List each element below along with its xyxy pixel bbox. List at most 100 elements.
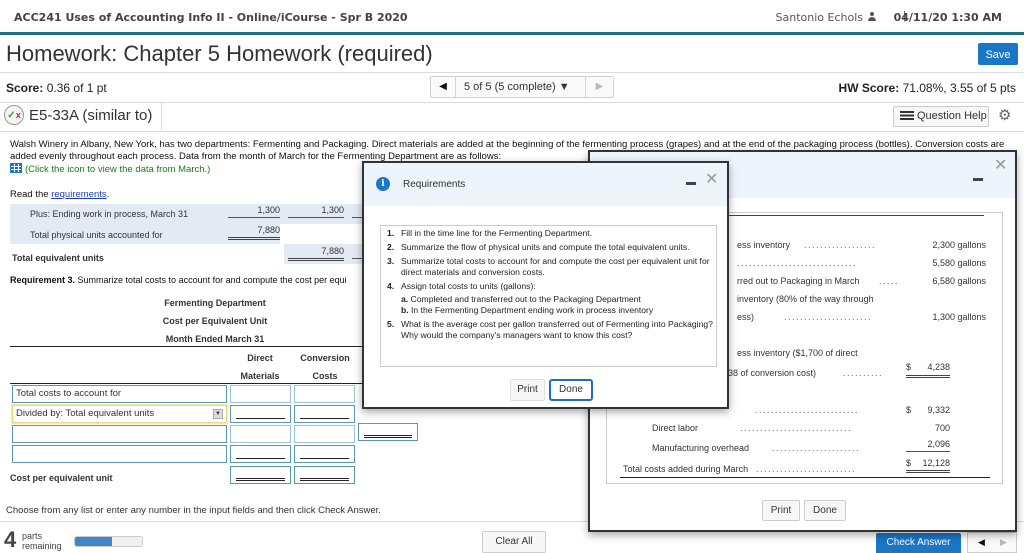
row-label: Plus: Ending work in process, March 31 — [30, 209, 189, 219]
underline — [236, 458, 285, 459]
previous-question-button[interactable]: ◀ — [431, 77, 456, 97]
previous-button[interactable]: ◀ — [978, 537, 985, 548]
hw-score: HW Score: 71.08%, 3.55 of 5 pts — [839, 81, 1016, 95]
requirements-done-button[interactable]: Done — [549, 379, 593, 401]
row-label-input[interactable] — [12, 445, 227, 463]
row-label-input[interactable]: Total costs to account for — [12, 385, 227, 403]
requirement-item: 3. Summarize total costs to account for a… — [387, 256, 713, 278]
leader-dots: ...................... — [772, 443, 861, 453]
page-title: Homework: Chapter 5 Homework (required) — [6, 41, 433, 66]
list-icon — [900, 111, 914, 120]
user-name[interactable]: Santonio Echols — [776, 11, 876, 24]
requirement-text: Summarize the flow of physical units and… — [401, 242, 690, 252]
divider — [0, 72, 1024, 73]
next-question-button[interactable]: ▶ — [586, 77, 613, 97]
cc-input[interactable] — [294, 445, 355, 463]
cc-input[interactable] — [294, 405, 355, 423]
cc-input[interactable] — [294, 385, 355, 403]
requirement-item: 4. Assign total costs to units (gallons):… — [387, 281, 713, 316]
data-row-label: ess) — [737, 312, 755, 322]
question-select[interactable]: 5 of 5 (5 complete) ▼ — [456, 77, 586, 97]
col-header-cc-2: Costs — [312, 371, 338, 381]
parts-text: parts — [22, 531, 43, 541]
minimize-icon[interactable] — [973, 178, 983, 181]
underline — [300, 458, 349, 459]
dm-input[interactable] — [230, 385, 291, 403]
data-print-button[interactable]: Print — [762, 500, 800, 521]
statement-title-1: Fermenting Department — [164, 298, 266, 308]
x-icon: x — [15, 110, 21, 120]
divider — [161, 103, 162, 130]
total-equivalent-units-label: Total equivalent units — [12, 253, 104, 263]
requirements-list: 1. Fill in the time line for the Fermenti… — [387, 228, 713, 344]
leader-dots: .................. — [804, 240, 877, 250]
question-help-label: Question Help — [917, 110, 987, 122]
cost-value: 2,096 — [927, 439, 950, 449]
check-icon: ✓ — [7, 110, 16, 121]
close-icon[interactable]: ✕ — [705, 172, 718, 188]
requirement-item: 2. Summarize the flow of physical units a… — [387, 242, 713, 253]
data-row-value: 1,300 gallons — [932, 312, 986, 322]
read-requirements: Read the requirements. — [10, 189, 109, 200]
question-nav: ◀ ▶ — [967, 532, 1017, 553]
read-suffix: . — [106, 189, 110, 200]
requirement-subitem: a. Completed and transferred out to the … — [401, 294, 713, 305]
double-underline — [228, 237, 280, 240]
data-done-button[interactable]: Done — [804, 500, 846, 521]
dm-cost-per-unit-input[interactable] — [230, 466, 291, 484]
total-costs-label: Total costs added during March — [623, 464, 749, 474]
total-costs-value: 12,128 — [922, 458, 950, 468]
minimize-icon[interactable] — [686, 182, 696, 185]
double-underline — [906, 375, 950, 378]
dm-input[interactable] — [230, 425, 291, 443]
parts-remaining-label: parts remaining — [22, 531, 62, 551]
next-button[interactable]: ▶ — [1000, 537, 1007, 548]
requirement-text: Assign total costs to units (gallons): — [401, 281, 536, 291]
cost-value: 9,332 — [927, 405, 950, 415]
leader-dots: .......... — [843, 368, 884, 378]
cc-cost-per-unit-input[interactable] — [294, 466, 355, 484]
table-icon[interactable] — [10, 163, 22, 173]
save-button[interactable]: Save — [978, 43, 1018, 65]
read-prefix: Read the — [10, 189, 49, 200]
physical-units-value: 1,300 — [257, 205, 280, 215]
progress-fill — [75, 537, 112, 546]
view-data-link[interactable]: (Click the icon to view the data from Ma… — [10, 163, 210, 175]
physical-units-total: 7,880 — [257, 225, 280, 235]
chevron-down-icon[interactable]: ▼ — [213, 409, 223, 419]
double-underline — [288, 258, 344, 261]
statement-title-2: Cost per Equivalent Unit — [162, 316, 268, 326]
cc-input[interactable] — [294, 425, 355, 443]
requirement-item: 1. Fill in the time line for the Fermenti… — [387, 228, 713, 239]
dm-input[interactable] — [230, 445, 291, 463]
gear-icon[interactable]: ⚙ — [998, 106, 1011, 124]
requirement-3-heading: Requirement 3. Summarize total costs to … — [10, 275, 347, 285]
score-label: Score: — [6, 81, 44, 95]
dm-input[interactable] — [230, 405, 291, 423]
requirements-print-button[interactable]: Print — [510, 379, 545, 401]
leader-dots: ..... — [879, 276, 900, 286]
partial-input[interactable] — [358, 423, 418, 441]
hw-score-label: HW Score: — [838, 81, 900, 95]
info-icon: i — [376, 177, 390, 191]
subitem-text: Completed and transferred out to the Pac… — [408, 294, 641, 304]
row-label: Total physical units accounted for — [30, 230, 163, 240]
cost-row-label: ess inventory ($1,700 of direct — [737, 348, 858, 358]
subitem-letter: b. — [401, 305, 409, 315]
partial-credit-icon: ✓x — [4, 105, 24, 125]
requirement-subitem: b. In the Fermenting Department ending w… — [401, 305, 713, 316]
divider — [0, 131, 1024, 132]
row-label-input[interactable] — [12, 425, 227, 443]
question-help-button[interactable]: Question Help — [893, 106, 989, 127]
row-label-select[interactable]: Divided by: Total equivalent units ▼ — [12, 405, 227, 423]
divider — [10, 383, 362, 384]
requirement-item: 5. What is the average cost per gallon tr… — [387, 319, 713, 341]
double-underline — [300, 478, 349, 481]
close-icon[interactable]: ✕ — [994, 158, 1007, 174]
data-row-value: 6,580 gallons — [932, 276, 986, 286]
question-select-label: 5 of 5 (5 complete) — [464, 81, 556, 93]
requirements-link[interactable]: requirements — [51, 189, 106, 200]
leader-dots: ......................... — [756, 464, 857, 474]
check-answer-button[interactable]: Check Answer — [876, 533, 961, 553]
clear-all-button[interactable]: Clear All — [482, 531, 546, 553]
